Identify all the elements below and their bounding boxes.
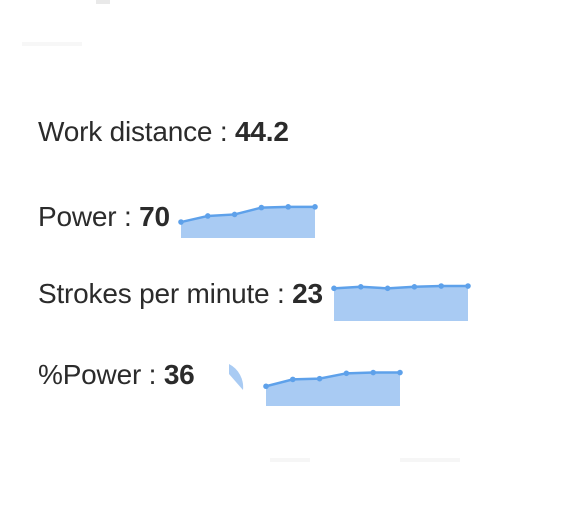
sparkline-point [312, 204, 318, 210]
stat-label: %Power : 36 [38, 358, 195, 392]
sparkline-area [333, 286, 468, 321]
sparkline-point [285, 204, 291, 210]
top-artifact [96, 0, 110, 4]
separator: : [269, 278, 293, 309]
strokes-per-minute-value: 23 [292, 278, 323, 309]
sparkline-point [343, 370, 349, 377]
sparkline-point [262, 383, 269, 390]
percent-power-sparkline [262, 369, 403, 406]
top-artifact-2 [22, 42, 82, 46]
stat-label: Work distance : 44.2 [38, 115, 289, 149]
sparkline-point [204, 213, 211, 219]
strokes-per-minute-label: Strokes per minute [38, 278, 270, 309]
stat-label: Power : 70 [38, 200, 170, 234]
stat-label: Strokes per minute : 23 [38, 277, 323, 311]
bottom-artifact-2 [400, 458, 460, 462]
sparkline-point [357, 284, 364, 290]
stat-percent-power: %Power : 36 [38, 358, 403, 406]
separator: : [212, 116, 236, 147]
power-label: Power [38, 201, 117, 232]
percent-power-label: %Power [38, 359, 142, 390]
sparkline-point [231, 211, 238, 218]
separator: : [116, 201, 140, 232]
sparkline-point [369, 369, 376, 376]
sparkline-point [178, 219, 184, 225]
work-distance-label: Work distance [38, 116, 213, 147]
sparkline-point [316, 375, 322, 382]
stat-strokes-per-minute: Strokes per minute : 23 [38, 277, 471, 321]
work-distance-value: 44.2 [235, 116, 289, 147]
sparkline-point [465, 283, 471, 289]
gauge-slice [228, 364, 243, 390]
stat-work-distance: Work distance : 44.2 [38, 115, 289, 149]
sparkline-point [289, 376, 296, 383]
stat-power: Power : 70 [38, 196, 318, 238]
sparkline-point [258, 204, 265, 211]
gauge-icon [228, 364, 243, 390]
percent-power-value: 36 [163, 359, 195, 390]
strokes-sparkline [331, 283, 471, 321]
power-sparkline [178, 204, 318, 238]
power-value: 70 [139, 201, 170, 232]
sparkline-point [411, 284, 418, 290]
sparkline-point [331, 285, 337, 292]
separator: : [141, 359, 164, 390]
sparkline-point [396, 369, 403, 376]
sparkline-point [438, 283, 444, 289]
sparkline-point [384, 285, 391, 292]
sparkline-area [265, 372, 400, 406]
bottom-artifact [270, 458, 310, 462]
